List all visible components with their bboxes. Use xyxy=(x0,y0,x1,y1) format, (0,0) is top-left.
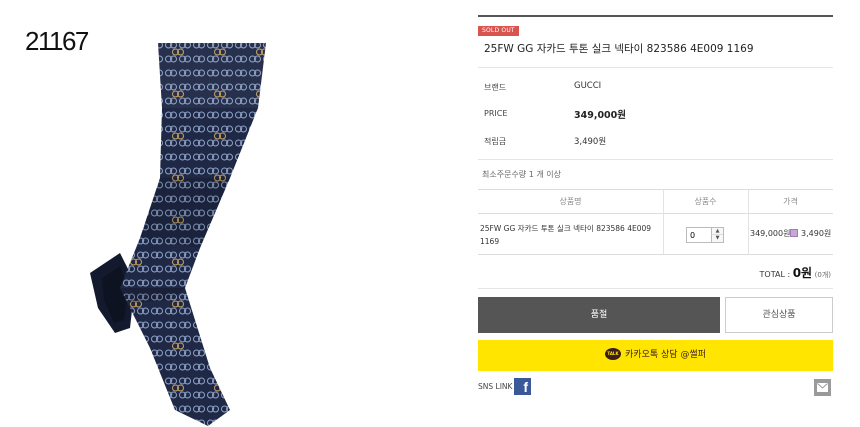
quantity-stepper[interactable]: ▲ ▼ xyxy=(686,227,724,243)
min-order-note: 최소주문수량 1 개 이상 xyxy=(482,170,561,179)
column-divider xyxy=(663,190,664,255)
table-header: 상품명 상품수 가격 xyxy=(478,190,833,214)
row-points: 3,490원 xyxy=(801,229,832,238)
product-title: 25FW GG 자카드 투톤 실크 넥타이 823586 4E009 1169 xyxy=(484,43,754,55)
sold-out-badge: SOLD OUT xyxy=(478,26,519,36)
kakao-talk-icon: TALK xyxy=(605,347,622,360)
product-info-panel: SOLD OUT 25FW GG 자카드 투톤 실크 넥타이 823586 4E… xyxy=(478,0,833,427)
envelope-icon xyxy=(817,383,828,392)
total-label: TOTAL : xyxy=(759,270,793,279)
row-price: 349,000원 xyxy=(750,229,791,238)
quantity-down-icon[interactable]: ▼ xyxy=(711,235,723,242)
header-quantity: 상품수 xyxy=(694,197,717,206)
points-value: 3,490원 xyxy=(574,137,607,147)
header-price: 가격 xyxy=(783,197,798,206)
order-table: 상품명 상품수 가격 25FW GG 자카드 투톤 실크 넥타이 823586 … xyxy=(478,189,833,255)
quantity-up-icon[interactable]: ▲ xyxy=(711,228,723,235)
total-summary: TOTAL : 0원 (0개) xyxy=(760,264,831,281)
points-label: 적립금 xyxy=(484,137,507,146)
price-value: 349,000원 xyxy=(574,110,627,121)
points-icon xyxy=(790,229,798,237)
tie-illustration xyxy=(90,43,266,426)
sns-link-label: SNS LINK xyxy=(478,382,513,391)
mail-icon[interactable] xyxy=(814,379,831,396)
product-image xyxy=(80,38,290,427)
row-product-name: 25FW GG 자카드 투톤 실크 넥타이 823586 4E009 1169 xyxy=(480,224,652,246)
facebook-icon[interactable]: f xyxy=(514,378,531,395)
column-divider xyxy=(748,190,749,255)
total-amount: 0원 xyxy=(792,266,813,280)
top-divider xyxy=(478,15,833,17)
brand-value: GUCCI xyxy=(574,81,602,91)
divider xyxy=(478,159,833,160)
kakao-consult-label: 카카오톡 상담 @썰퍼 xyxy=(625,350,706,360)
price-label: PRICE xyxy=(484,109,508,118)
quantity-input[interactable] xyxy=(687,228,711,242)
product-code: 21167 xyxy=(25,26,89,56)
wishlist-button[interactable]: 관심상품 xyxy=(725,297,833,333)
sold-out-button[interactable]: 품절 xyxy=(478,297,720,333)
header-product-name: 상품명 xyxy=(559,197,582,206)
kakao-consult-button[interactable]: TALK 카카오톡 상담 @썰퍼 xyxy=(478,340,833,371)
divider xyxy=(478,67,833,68)
divider xyxy=(478,288,833,289)
total-count: (0개) xyxy=(814,271,831,279)
brand-label: 브랜드 xyxy=(484,83,507,92)
